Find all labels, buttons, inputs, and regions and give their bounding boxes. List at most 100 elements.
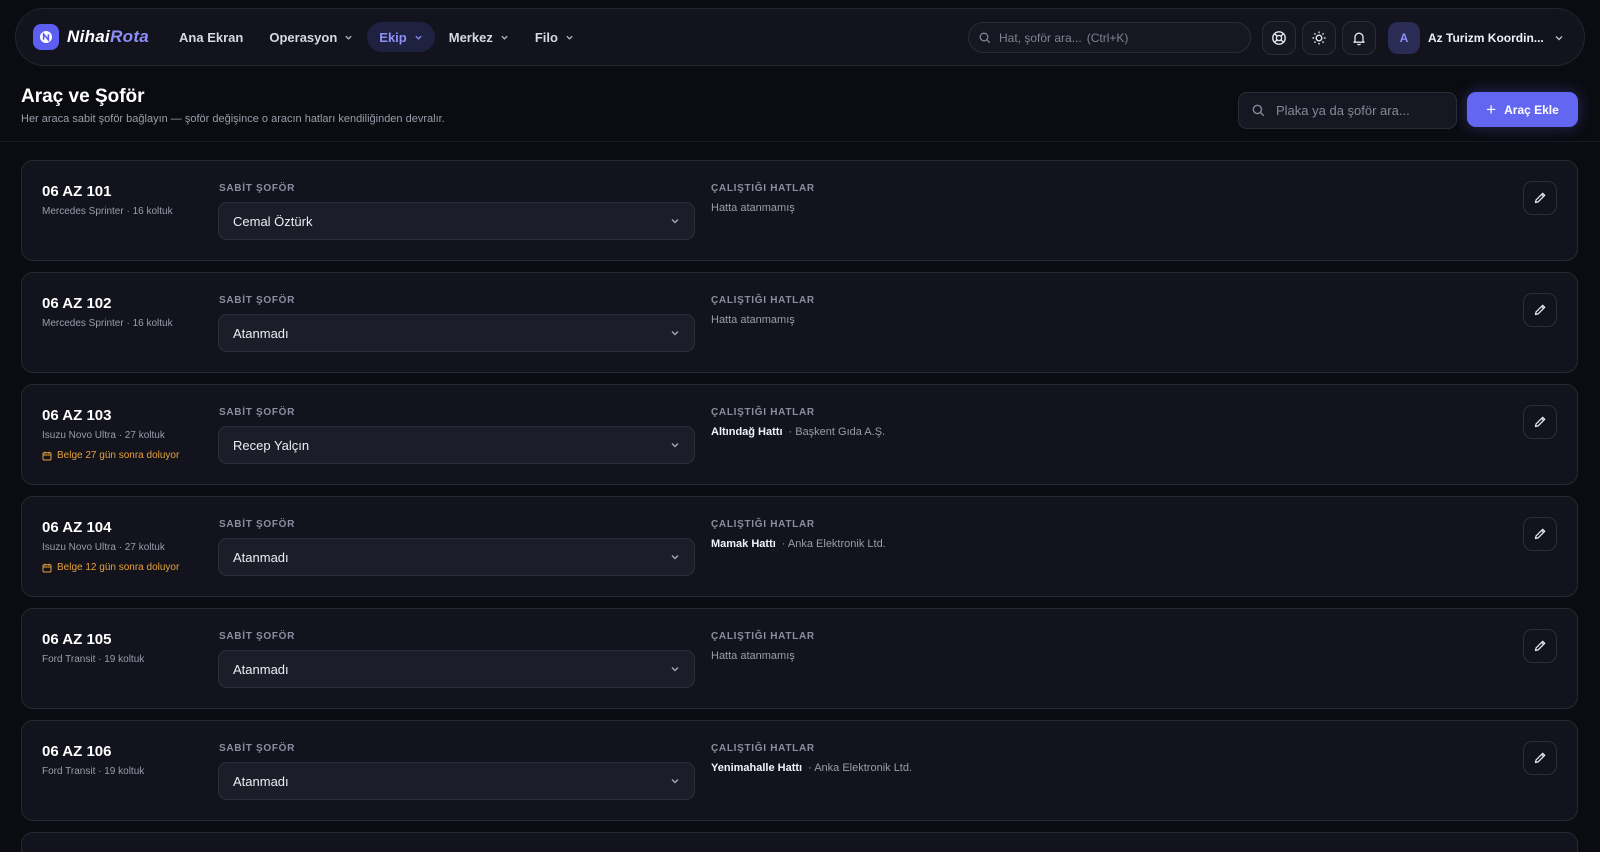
driver-label: SABİT ŞOFÖR xyxy=(219,295,296,306)
main-nav: Ana Ekran Operasyon Ekip Merkez Filo xyxy=(167,22,588,52)
routes-info: Hatta atanmamış xyxy=(711,202,795,214)
brand-name: NihaiRota xyxy=(67,27,150,46)
driver-label: SABİT ŞOFÖR xyxy=(219,743,296,754)
no-route-text: Hatta atanmamış xyxy=(711,314,795,326)
edit-vehicle-button[interactable] xyxy=(1523,405,1557,439)
pencil-icon xyxy=(1533,751,1547,765)
chevron-down-icon xyxy=(1554,33,1564,43)
driver-select[interactable]: Atanmadı xyxy=(218,650,695,688)
driver-select-value: Recep Yalçın xyxy=(233,437,310,453)
routes-info: Hatta atanmamış xyxy=(711,314,795,326)
nav-item-ekip[interactable]: Ekip xyxy=(367,22,435,52)
vehicle-card: 06 AZ 101 Mercedes Sprinter · 16 koltuk … xyxy=(21,160,1578,261)
calendar-icon xyxy=(42,563,52,573)
calendar-icon xyxy=(42,451,52,461)
plate-search-placeholder: Plaka ya da şoför ara... xyxy=(1276,103,1410,118)
nav-item-operasyon[interactable]: Operasyon xyxy=(257,22,365,52)
theme-toggle-button[interactable] xyxy=(1302,21,1336,55)
driver-label: SABİT ŞOFÖR xyxy=(219,631,296,642)
routes-info: Yenimahalle Hattı · Anka Elektronik Ltd. xyxy=(711,762,912,774)
nav-item-filo[interactable]: Filo xyxy=(523,22,586,52)
pencil-icon xyxy=(1533,639,1547,653)
route-name[interactable]: Altındağ Hattı xyxy=(711,426,783,438)
warning-text: Belge 12 gün sonra doluyor xyxy=(57,562,180,573)
support-icon xyxy=(1271,30,1287,46)
header-divider xyxy=(0,141,1600,142)
vehicle-plate: 06 AZ 103 xyxy=(42,407,112,424)
chevron-down-icon xyxy=(670,328,680,338)
sun-icon xyxy=(1311,30,1327,46)
vehicle-plate: 06 AZ 101 xyxy=(42,183,112,200)
notifications-button[interactable] xyxy=(1342,21,1376,55)
driver-label: SABİT ŞOFÖR xyxy=(219,519,296,530)
route-name[interactable]: Yenimahalle Hattı xyxy=(711,762,802,774)
bell-icon xyxy=(1351,30,1367,46)
chevron-down-icon xyxy=(344,33,353,42)
search-shortcut: (Ctrl+K) xyxy=(1086,30,1129,45)
edit-vehicle-button[interactable] xyxy=(1523,293,1557,327)
driver-select-value: Atanmadı xyxy=(233,661,289,677)
chevron-down-icon xyxy=(670,440,680,450)
driver-select[interactable]: Atanmadı xyxy=(218,762,695,800)
chevron-down-icon xyxy=(565,33,574,42)
driver-select[interactable]: Atanmadı xyxy=(218,538,695,576)
vehicle-plate: 06 AZ 106 xyxy=(42,743,112,760)
edit-vehicle-button[interactable] xyxy=(1523,181,1557,215)
pencil-icon xyxy=(1533,303,1547,317)
pencil-icon xyxy=(1533,527,1547,541)
vehicle-card: 06 AZ 104 Isuzu Novo Ultra · 27 koltuk B… xyxy=(21,496,1578,597)
page-title: Araç ve Şoför xyxy=(21,86,145,107)
vehicle-card-partial xyxy=(21,832,1578,852)
driver-select-value: Cemal Öztürk xyxy=(233,213,313,229)
driver-select[interactable]: Cemal Öztürk xyxy=(218,202,695,240)
vehicle-list: 06 AZ 101 Mercedes Sprinter · 16 koltuk … xyxy=(21,160,1578,852)
driver-select[interactable]: Recep Yalçın xyxy=(218,426,695,464)
routes-label: ÇALIŞTIĞI HATLAR xyxy=(711,631,815,642)
edit-vehicle-button[interactable] xyxy=(1523,629,1557,663)
routes-label: ÇALIŞTIĞI HATLAR xyxy=(711,407,815,418)
vehicle-model: Mercedes Sprinter · 16 koltuk xyxy=(42,206,173,217)
routes-label: ÇALIŞTIĞI HATLAR xyxy=(711,519,815,530)
vehicle-card: 06 AZ 102 Mercedes Sprinter · 16 koltuk … xyxy=(21,272,1578,373)
chevron-down-icon xyxy=(414,33,423,42)
search-icon xyxy=(979,32,991,44)
route-company: · Anka Elektronik Ltd. xyxy=(781,538,886,550)
pencil-icon xyxy=(1533,191,1547,205)
page-subtitle: Her araca sabit şoför bağlayın — şoför d… xyxy=(21,113,445,125)
driver-select[interactable]: Atanmadı xyxy=(218,314,695,352)
global-search-input[interactable]: Hat, şoför ara... (Ctrl+K) xyxy=(968,22,1251,53)
chevron-down-icon xyxy=(500,33,509,42)
user-menu[interactable]: A Az Turizm Koordin... xyxy=(1388,21,1568,55)
chevron-down-icon xyxy=(670,776,680,786)
chevron-down-icon xyxy=(670,552,680,562)
search-icon xyxy=(1252,104,1265,117)
edit-vehicle-button[interactable] xyxy=(1523,741,1557,775)
routes-label: ÇALIŞTIĞI HATLAR xyxy=(711,183,815,194)
route-name[interactable]: Mamak Hattı xyxy=(711,538,776,550)
nav-item-merkez[interactable]: Merkez xyxy=(437,22,521,52)
driver-label: SABİT ŞOFÖR xyxy=(219,183,296,194)
vehicle-plate: 06 AZ 105 xyxy=(42,631,112,648)
vehicle-card: 06 AZ 103 Isuzu Novo Ultra · 27 koltuk B… xyxy=(21,384,1578,485)
chevron-down-icon xyxy=(670,216,680,226)
add-vehicle-button[interactable]: + Araç Ekle xyxy=(1467,92,1578,127)
vehicle-model: Isuzu Novo Ultra · 27 koltuk xyxy=(42,430,165,441)
brand-logo[interactable]: NihaiRota xyxy=(33,24,149,50)
route-company: · Başkent Gıda A.Ş. xyxy=(788,426,886,438)
top-navbar: NihaiRota Ana Ekran Operasyon Ekip Merke… xyxy=(15,8,1585,66)
vehicle-plate: 06 AZ 102 xyxy=(42,295,112,312)
routes-label: ÇALIŞTIĞI HATLAR xyxy=(711,743,815,754)
plus-icon: + xyxy=(1486,100,1497,119)
vehicle-model: Ford Transit · 19 koltuk xyxy=(42,654,145,665)
user-name: Az Turizm Koordin... xyxy=(1428,31,1544,45)
edit-vehicle-button[interactable] xyxy=(1523,517,1557,551)
document-warning: Belge 12 gün sonra doluyor xyxy=(42,562,179,573)
search-placeholder: Hat, şoför ara... xyxy=(999,30,1082,45)
document-warning: Belge 27 gün sonra doluyor xyxy=(42,450,179,461)
routes-label: ÇALIŞTIĞI HATLAR xyxy=(711,295,815,306)
no-route-text: Hatta atanmamış xyxy=(711,202,795,214)
support-button[interactable] xyxy=(1262,21,1296,55)
avatar: A xyxy=(1388,22,1420,54)
plate-search-input[interactable]: Plaka ya da şoför ara... xyxy=(1238,92,1457,129)
nav-item-ana-ekran[interactable]: Ana Ekran xyxy=(167,22,255,52)
